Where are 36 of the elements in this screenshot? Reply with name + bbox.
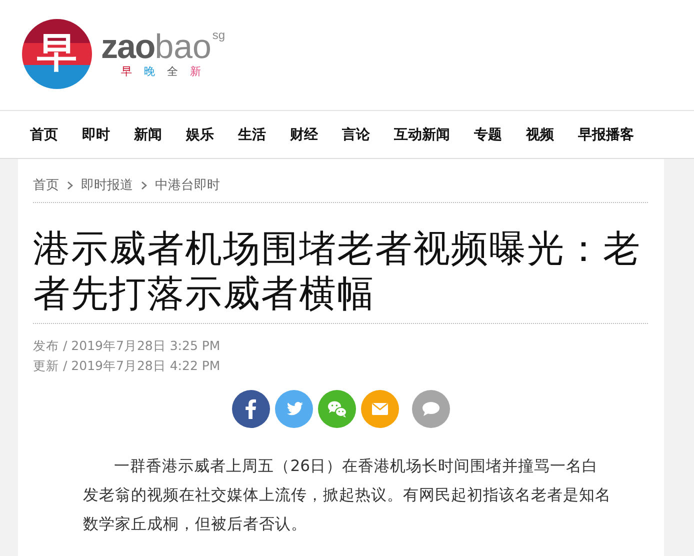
chevron-icon [67, 180, 73, 190]
envelope-icon[interactable] [360, 390, 398, 428]
nav-link[interactable]: 言论 [342, 126, 370, 144]
nav-link[interactable]: 视频 [526, 126, 554, 144]
logo-mark-icon [22, 19, 92, 89]
breadcrumb-link[interactable]: 首页 [33, 176, 59, 194]
speech-bubble-icon[interactable] [412, 390, 450, 428]
bird-icon[interactable] [274, 390, 312, 428]
chat-bubbles-icon[interactable] [318, 390, 356, 428]
nav-link[interactable]: 即时 [82, 126, 110, 144]
meta-label: 更新 [33, 357, 59, 375]
nav-link[interactable]: 互动新闻 [394, 126, 450, 144]
nav-link[interactable]: 娱乐 [186, 126, 214, 144]
nav-link[interactable]: 财经 [290, 126, 318, 144]
nav-link[interactable]: 首页 [30, 126, 58, 144]
timestamp: / 2019年7月28日 3:25 PM [63, 337, 220, 355]
article-paragraph: 一群香港示威者上周五（26日）在香港机场长时间围堵并撞骂一名白发老翁的视频在社交媒体上流传，掀起热议。有网民起初指该名老者是知名数学家丘成桐，但被后者否认。 [83, 456, 612, 535]
logo-superscript: sg [212, 29, 226, 41]
article-title: 港示威者机场围堵老者视频曝光：老者先打落示威者横幅 [33, 203, 648, 324]
nav-link[interactable]: 生活 [238, 126, 266, 144]
nav-link[interactable]: 早报播客 [578, 126, 634, 144]
timestamp: / 2019年7月28日 4:22 PM [63, 357, 220, 375]
breadcrumb-link[interactable]: 中港台即时 [155, 176, 220, 194]
nav-link[interactable]: 新闻 [134, 126, 162, 144]
breadcrumb-link[interactable]: 即时报道 [81, 176, 133, 194]
tagline-character: 全 [167, 65, 178, 79]
logo-wordmark: zao [101, 29, 155, 65]
tagline-character: 早 [121, 65, 132, 79]
logo-character: 早 [36, 29, 78, 77]
chevron-icon [141, 180, 147, 190]
nav-link[interactable]: 专题 [474, 126, 502, 144]
logo-wordmark: bao [154, 29, 212, 65]
meta-label: 发布 [33, 337, 59, 355]
tagline-character: 晚 [144, 65, 155, 79]
tagline-character: 新 [190, 65, 201, 79]
facebook-icon[interactable] [232, 390, 270, 428]
